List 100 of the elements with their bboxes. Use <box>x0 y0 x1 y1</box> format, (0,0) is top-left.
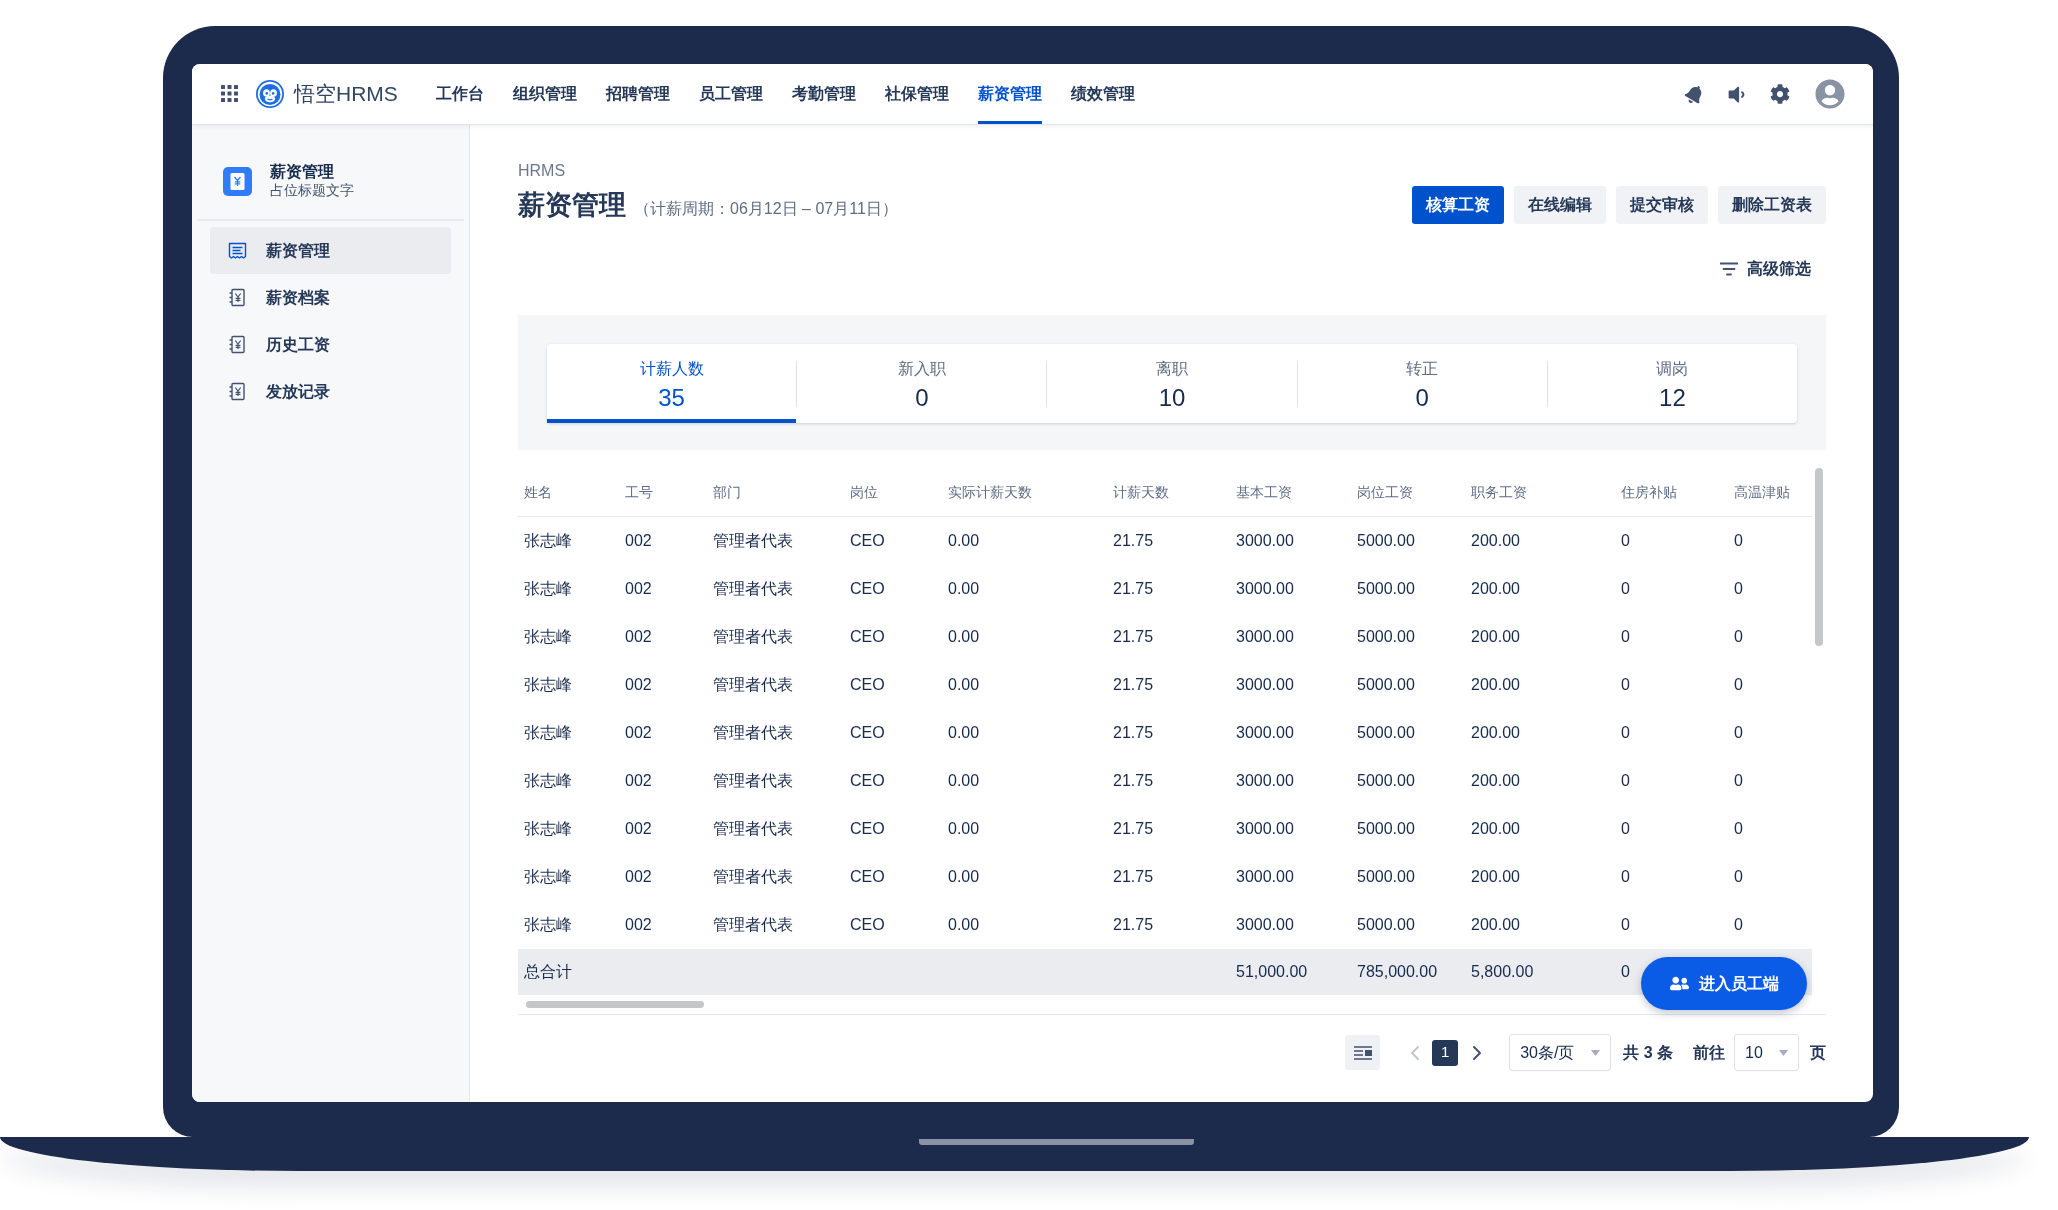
nav-tab[interactable]: 员工管理 <box>698 64 763 124</box>
employee-portal-button[interactable]: 进入员工端 <box>1641 957 1807 1010</box>
table-cell-text: 0 <box>1621 915 1630 935</box>
table-cell-text: 0.00 <box>948 723 980 743</box>
action-button[interactable]: 提交审核 <box>1616 186 1708 224</box>
nav-tab[interactable]: 工作台 <box>435 64 484 124</box>
table-cell-text: 5000.00 <box>1357 579 1415 599</box>
table-cell-text: 管理者代表 <box>713 819 793 839</box>
table-cell-text: CEO <box>850 771 885 791</box>
page-title: 薪资管理 <box>518 189 626 222</box>
table-cell-text: 总合计 <box>524 962 572 982</box>
sidebar-item[interactable]: 薪资档案 <box>210 274 451 321</box>
action-button[interactable]: 在线编辑 <box>1514 186 1606 224</box>
table-cell-text: 5,800.00 <box>1471 962 1534 982</box>
stat-tab[interactable]: 计薪人数 35 <box>547 344 797 423</box>
table-cell-text: 管理者代表 <box>713 867 793 887</box>
caret-down-icon <box>1591 1049 1601 1056</box>
table-cell-text: 张志峰 <box>524 579 572 599</box>
table-cell-text: 3000.00 <box>1236 579 1294 599</box>
table-cell-text: 785,000.00 <box>1357 962 1438 982</box>
nav-tab[interactable]: 薪资管理 <box>977 64 1042 124</box>
stat-tab[interactable]: 转正 0 <box>1297 344 1547 423</box>
module-subtitle: 占位标题文字 <box>270 181 354 199</box>
ledger-icon <box>228 241 247 260</box>
table-cell-text: 0 <box>1734 531 1743 551</box>
user-avatar-icon[interactable] <box>1815 79 1845 109</box>
yen-document-icon <box>228 382 247 401</box>
table-cell-text: CEO <box>850 627 885 647</box>
brand-name: 悟空HRMS <box>294 81 398 107</box>
yen-document-icon <box>228 335 247 354</box>
table-cell-text: 002 <box>625 579 652 599</box>
table-cell-text: 200.00 <box>1471 675 1520 695</box>
table-cell-text: 管理者代表 <box>713 723 793 743</box>
table-cell-text: 管理者代表 <box>713 771 793 791</box>
settings-icon[interactable] <box>1770 84 1790 104</box>
chevron-right-icon[interactable] <box>1472 1044 1483 1061</box>
goto-page-field[interactable]: 10 <box>1734 1034 1799 1071</box>
table-cell-text: 200.00 <box>1471 915 1520 935</box>
table-cell-text: 21.75 <box>1113 723 1154 743</box>
table-cell-text: 0.00 <box>948 771 980 791</box>
sidebar-item[interactable]: 薪资管理 <box>210 227 451 274</box>
horizontal-scrollbar[interactable] <box>526 1001 704 1008</box>
table-cell-text: 5000.00 <box>1357 915 1415 935</box>
table-cell-text: CEO <box>850 819 885 839</box>
sidebar-item[interactable]: 历史工资 <box>210 321 451 368</box>
nav-tab[interactable]: 组织管理 <box>512 64 577 124</box>
column-header: 部门 <box>713 482 741 502</box>
table-cell-text: 0 <box>1734 915 1743 935</box>
nav-tab[interactable]: 考勤管理 <box>791 64 856 124</box>
column-header: 住房补贴 <box>1621 482 1677 502</box>
stat-tab[interactable]: 离职 10 <box>1047 344 1297 423</box>
table-cell-text: 0.00 <box>948 531 980 551</box>
table-cell-text: 管理者代表 <box>713 915 793 935</box>
sidebar-item[interactable]: 发放记录 <box>210 368 451 415</box>
table-cell-text: 3000.00 <box>1236 915 1294 935</box>
table-cell-text: 0 <box>1621 723 1630 743</box>
table-cell-text: 21.75 <box>1113 531 1154 551</box>
column-header: 高温津贴 <box>1734 482 1790 502</box>
page-number[interactable]: 1 <box>1432 1039 1459 1066</box>
vertical-scrollbar[interactable] <box>1815 468 1823 646</box>
table-cell-text: 5000.00 <box>1357 723 1415 743</box>
advanced-filter-button[interactable]: 高级筛选 <box>1720 257 1811 281</box>
table-cell-text: 0 <box>1734 819 1743 839</box>
nav-tab[interactable]: 社保管理 <box>884 64 949 124</box>
layout-toggle-button[interactable] <box>1345 1035 1381 1070</box>
table-cell-text: 5000.00 <box>1357 867 1415 887</box>
table-cell-text: 200.00 <box>1471 627 1520 647</box>
stat-tab[interactable]: 调岗 12 <box>1547 344 1797 423</box>
column-header: 职务工资 <box>1471 482 1527 502</box>
salary-module-icon <box>223 166 252 196</box>
table-cell-text: 002 <box>625 675 652 695</box>
table-cell-text: 21.75 <box>1113 867 1154 887</box>
total-count: 共 3 条 <box>1623 1042 1673 1063</box>
table-cell-text: CEO <box>850 723 885 743</box>
action-button[interactable]: 删除工资表 <box>1718 186 1826 224</box>
table-cell-text: 0.00 <box>948 627 980 647</box>
table-cell-text: 0.00 <box>948 819 980 839</box>
nav-tab[interactable]: 招聘管理 <box>605 64 670 124</box>
table-cell-text: 3000.00 <box>1236 819 1294 839</box>
action-button[interactable]: 核算工资 <box>1412 186 1504 224</box>
nav-tab[interactable]: 绩效管理 <box>1070 64 1135 124</box>
table-cell-text: 21.75 <box>1113 627 1154 647</box>
table-cell-text: 5000.00 <box>1357 771 1415 791</box>
table-cell-text: 3000.00 <box>1236 723 1294 743</box>
table-cell-text: 21.75 <box>1113 675 1154 695</box>
table-cell-text: 200.00 <box>1471 723 1520 743</box>
table-cell-text: 200.00 <box>1471 867 1520 887</box>
table-cell-text: 002 <box>625 531 652 551</box>
page-size-select[interactable]: 30条/页 <box>1509 1034 1612 1071</box>
apps-grid-icon[interactable] <box>221 85 239 103</box>
table-cell-text: 0 <box>1621 675 1630 695</box>
table-cell-text: 0 <box>1621 531 1630 551</box>
table-cell-text: CEO <box>850 675 885 695</box>
column-header: 计薪天数 <box>1113 482 1169 502</box>
table-cell-text: 0 <box>1621 627 1630 647</box>
stat-tab[interactable]: 新入职 0 <box>797 344 1047 423</box>
table-cell-text: 0 <box>1621 819 1630 839</box>
column-header: 姓名 <box>524 482 552 502</box>
table-cell-text: 3000.00 <box>1236 627 1294 647</box>
table-cell-text: 0 <box>1621 579 1630 599</box>
